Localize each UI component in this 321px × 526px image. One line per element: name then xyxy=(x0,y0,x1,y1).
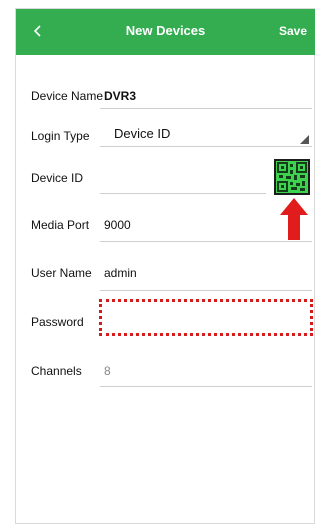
login-type-underline xyxy=(100,146,312,147)
media-port-underline xyxy=(100,241,312,242)
device-id-input[interactable] xyxy=(104,171,264,189)
save-button[interactable]: Save xyxy=(279,24,307,38)
page-title: New Devices xyxy=(125,23,206,38)
password-input[interactable] xyxy=(99,299,313,336)
password-label: Password xyxy=(31,315,84,329)
dropdown-triangle-icon[interactable] xyxy=(300,135,309,144)
media-port-input[interactable]: 9000 xyxy=(104,218,131,232)
user-name-underline xyxy=(100,290,312,291)
device-name-underline xyxy=(100,108,312,109)
app-header: New Devices Save xyxy=(16,9,315,55)
device-name-label: Device Name xyxy=(31,89,104,103)
login-type-select[interactable]: Device ID xyxy=(114,126,170,141)
device-name-input[interactable]: DVR3 xyxy=(104,89,136,103)
login-type-label: Login Type xyxy=(31,129,90,143)
user-name-label: User Name xyxy=(31,266,92,280)
red-up-arrow-icon xyxy=(279,197,309,241)
user-name-input[interactable]: admin xyxy=(104,266,137,280)
media-port-label: Media Port xyxy=(31,218,90,232)
qr-code-icon[interactable] xyxy=(274,159,310,195)
channels-value: 8 xyxy=(104,364,111,378)
device-id-label: Device ID xyxy=(31,171,84,185)
channels-label: Channels xyxy=(31,364,82,378)
device-id-underline xyxy=(100,193,266,194)
channels-underline xyxy=(100,386,312,387)
